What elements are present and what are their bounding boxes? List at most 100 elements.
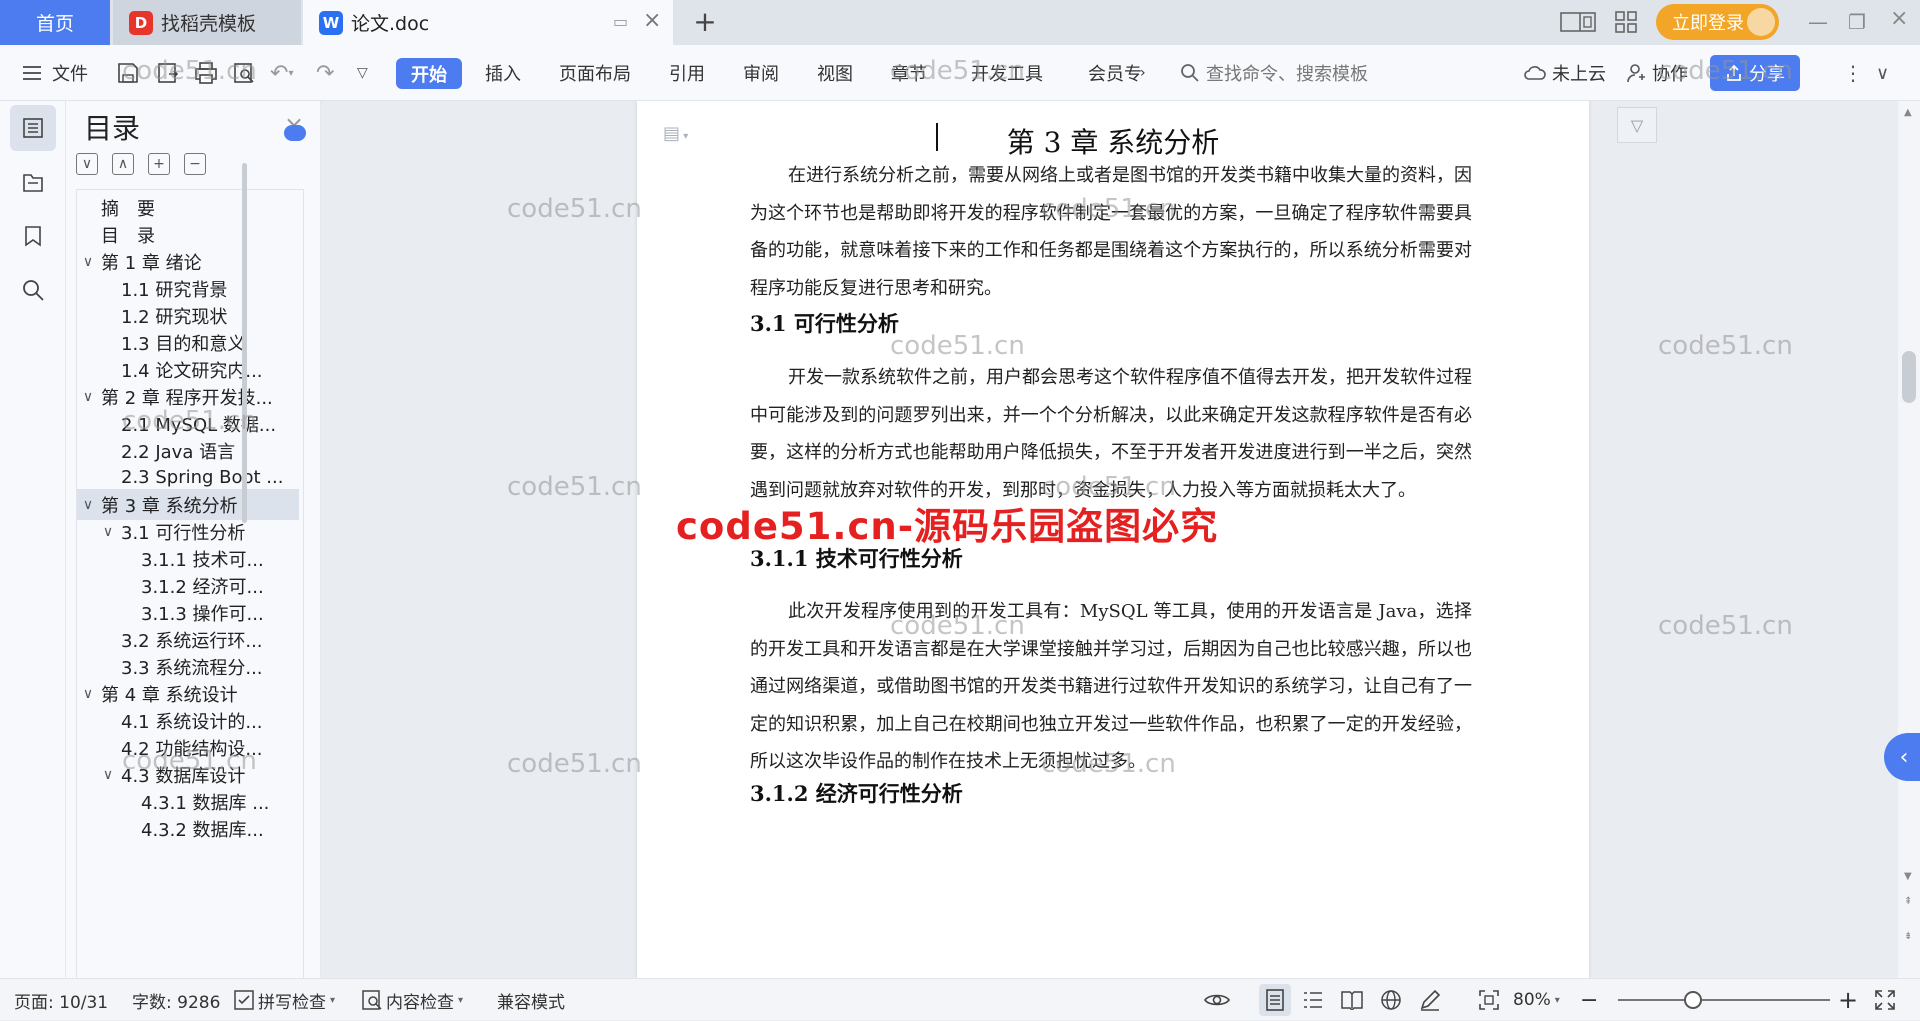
edit-pen-icon[interactable]: [1419, 979, 1441, 1021]
toc-item-label: 第 1 章 绪论: [101, 252, 202, 274]
tab-references[interactable]: 引用: [669, 45, 705, 101]
chevron-down-icon[interactable]: ∨: [99, 767, 117, 783]
bookmark-icon[interactable]: [10, 213, 56, 259]
toc-item-label: 4.3 数据库设计: [121, 765, 246, 787]
web-view-icon[interactable]: [1380, 979, 1402, 1021]
tab-view[interactable]: 视图: [817, 45, 853, 101]
print-icon[interactable]: [194, 45, 218, 101]
print-preview-icon[interactable]: [232, 45, 256, 101]
login-button[interactable]: 立即登录: [1656, 4, 1779, 40]
expand-all-icon[interactable]: ∧: [112, 153, 134, 175]
navigation-pane-icon[interactable]: [10, 159, 56, 205]
toc-icon[interactable]: [10, 105, 56, 151]
zoom-slider-knob[interactable]: [1684, 991, 1702, 1009]
chevron-down-icon[interactable]: ∨: [79, 686, 97, 702]
tab-daoke-templates[interactable]: D 找稻壳模板: [113, 0, 301, 45]
find-icon[interactable]: [10, 267, 56, 313]
export-pdf-icon[interactable]: [156, 45, 180, 101]
toc-item-label: 3.3 系统流程分...: [121, 657, 263, 679]
scroll-up-icon[interactable]: ▲: [1904, 107, 1912, 118]
filter-icon[interactable]: ▽: [1617, 107, 1657, 143]
add-heading-icon[interactable]: +: [148, 153, 170, 175]
status-bar: 页面: 10/31 字数: 9286 拼写检查 ▾ 内容检查 ▾ 兼容模式 80% ▾…: [0, 978, 1920, 1020]
compat-mode: 兼容模式: [497, 979, 565, 1021]
quick-access-more-icon[interactable]: ▽: [357, 45, 368, 101]
wps-writer-icon: W: [319, 10, 343, 35]
zoom-in-icon[interactable]: +: [1838, 979, 1858, 1021]
tab-start[interactable]: 开始: [396, 58, 462, 89]
pin-window-icon[interactable]: ▭: [613, 12, 628, 31]
zoom-out-icon[interactable]: −: [1580, 979, 1598, 1021]
tab-developer[interactable]: 开发工具: [971, 45, 1043, 101]
word-count[interactable]: 字数: 9286: [132, 979, 220, 1021]
page-view-icon[interactable]: [1265, 979, 1285, 1021]
apps-grid-icon[interactable]: [1614, 10, 1638, 34]
scroll-down-icon[interactable]: ▼: [1904, 871, 1912, 882]
file-menu-button[interactable]: 文件: [22, 45, 88, 101]
watermark: code51.cn: [1658, 611, 1793, 641]
page-indicator[interactable]: 页面: 10/31: [14, 979, 108, 1021]
toc-scrollbar[interactable]: [242, 163, 247, 523]
toc-item-label: 第 2 章 程序开发技...: [101, 387, 273, 409]
content-check-button[interactable]: 内容检查 ▾: [362, 979, 463, 1021]
toc-item-label: 3.1.2 经济可...: [141, 576, 264, 598]
content-check-label: 内容检查: [386, 992, 454, 1013]
tab-document[interactable]: W 论文.doc ▭ ×: [303, 0, 673, 45]
collapse-all-icon[interactable]: ∨: [76, 153, 98, 175]
outline-view-icon[interactable]: [1303, 979, 1323, 1021]
new-tab-button[interactable]: +: [690, 8, 720, 38]
restore-icon[interactable]: ❐: [1848, 10, 1866, 34]
tab-member-label: 会员专: [1088, 64, 1142, 85]
tab-home-label: 首页: [35, 13, 74, 35]
zoom-slider-track[interactable]: [1618, 999, 1830, 1001]
toc-title: 目录: [84, 112, 141, 145]
tab-home[interactable]: 首页: [0, 0, 110, 45]
prev-page-icon[interactable]: ⇞: [1904, 896, 1912, 907]
share-button[interactable]: 分享: [1710, 55, 1800, 91]
collab-button[interactable]: 协作: [1626, 45, 1688, 101]
undo-icon[interactable]: ↶ ▾: [270, 45, 293, 101]
save-icon[interactable]: [116, 45, 140, 101]
intro-paragraph: 在进行系统分析之前，需要从网络上或者是图书馆的开发类书籍中收集大量的资料，因为这…: [750, 165, 1472, 299]
word-count-label: 字数: 9286: [132, 992, 221, 1013]
command-search[interactable]: 查找命令、搜索模板: [1180, 45, 1368, 101]
document-scrollbar[interactable]: ▲ ▼ ⇞ ⇟: [1898, 101, 1920, 978]
spell-check-label: 拼写检查: [258, 992, 326, 1013]
watermark: code51.cn: [507, 472, 642, 502]
redo-icon[interactable]: ↷: [316, 45, 334, 101]
zoom-level-dropdown[interactable]: 80% ▾: [1513, 979, 1560, 1021]
fit-page-icon[interactable]: [1478, 979, 1500, 1021]
tab-page-layout[interactable]: 页面布局: [559, 45, 631, 101]
chevron-down-icon[interactable]: ∨: [79, 497, 97, 513]
daoke-logo-icon: D: [129, 10, 153, 35]
next-page-icon[interactable]: ⇟: [1904, 931, 1912, 942]
tab-insert[interactable]: 插入: [485, 45, 521, 101]
toc-panel: 目录 × ∨ ∧ + − 摘 要目 录∨第 1 章 绪论1.1 研究背景1.2 …: [66, 101, 321, 979]
cloud-icon: [1524, 66, 1546, 80]
toc-item[interactable]: 4.3.2 数据库...: [77, 813, 299, 844]
cloud-status-button[interactable]: 未上云: [1524, 45, 1606, 101]
tab-member[interactable]: 会员专: [1088, 45, 1142, 101]
spell-check-button[interactable]: 拼写检查 ▾: [234, 979, 335, 1021]
more-icon[interactable]: ⋮: [1843, 45, 1863, 101]
scroll-thumb[interactable]: [1902, 351, 1916, 403]
minimize-icon[interactable]: —: [1808, 10, 1828, 34]
tab-review[interactable]: 审阅: [743, 45, 779, 101]
ribbon-scroll-right-icon[interactable]: ›: [1140, 45, 1146, 101]
fullscreen-icon[interactable]: [1874, 979, 1896, 1021]
close-tab-icon[interactable]: ×: [643, 8, 661, 33]
reading-view-icon[interactable]: [1341, 979, 1363, 1021]
collapse-ribbon-icon[interactable]: ∨: [1876, 45, 1889, 101]
eye-icon[interactable]: [1204, 979, 1230, 1021]
close-window-icon[interactable]: ×: [1890, 6, 1908, 31]
layout-icon[interactable]: [1560, 10, 1596, 34]
smart-toc-icon[interactable]: [284, 125, 306, 141]
tab-chapter[interactable]: 章节: [891, 45, 927, 101]
chevron-down-icon[interactable]: ∨: [79, 389, 97, 405]
toc-item-label: 1.4 论文研究内...: [121, 360, 263, 382]
tab-document-label: 论文.doc: [351, 13, 430, 35]
chevron-down-icon[interactable]: ∨: [99, 524, 117, 540]
chevron-down-icon[interactable]: ∨: [79, 254, 97, 270]
page-indicator-label: 页面: 10/31: [14, 992, 109, 1013]
remove-heading-icon[interactable]: −: [184, 153, 206, 175]
